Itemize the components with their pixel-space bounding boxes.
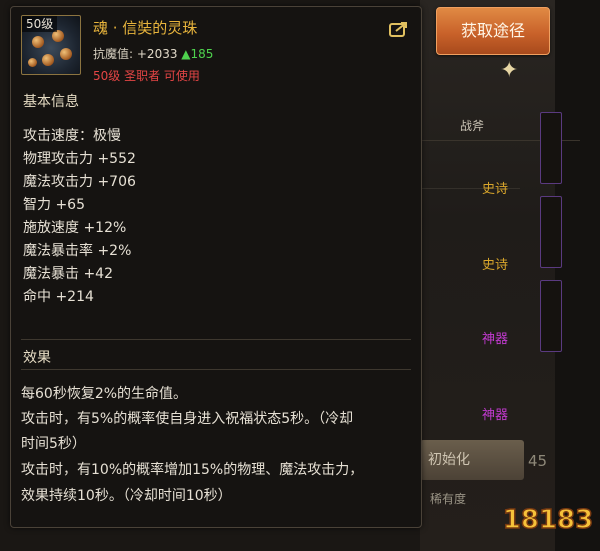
- resist-value: +2033: [136, 47, 178, 61]
- effect-line: 每60秒恢复2%的生命值。: [21, 386, 188, 402]
- stat-line: 攻击速度：极慢: [23, 128, 121, 144]
- background-count: 45: [528, 452, 548, 470]
- rarity-tag: 史诗: [482, 258, 509, 273]
- effect-title: 效果: [23, 350, 51, 366]
- share-icon[interactable]: [389, 21, 409, 37]
- equipment-slot[interactable]: [540, 280, 562, 352]
- rarity-tag: 神器: [482, 408, 509, 423]
- divider: [21, 369, 411, 370]
- item-tooltip: 50级 魂 · 信奘的灵珠 抗魔值: +2033 ▲185 50级 圣职者 可使…: [10, 6, 422, 528]
- divider: [21, 339, 411, 340]
- stat-line: 魔法暴击 +42: [23, 266, 113, 282]
- rarity-tag: 史诗: [482, 182, 509, 197]
- stat-line: 施放速度 +12%: [23, 220, 127, 236]
- effect-line: 时间5秒）: [21, 436, 86, 452]
- effect-line: 攻击时，有10%的概率增加15%的物理、魔法攻击力，: [21, 462, 364, 478]
- requirement-text: 50级 圣职者 可使用: [93, 69, 200, 83]
- stat-line: 魔法攻击力 +706: [23, 174, 136, 190]
- svg-text:18183: 18183: [503, 505, 593, 535]
- site-logo: 18183: [502, 504, 594, 536]
- background-edge: [555, 0, 600, 551]
- item-icon: 50级: [21, 15, 81, 75]
- basic-info-title: 基本信息: [23, 94, 79, 110]
- level-badge: 50级: [22, 16, 58, 32]
- get-source-button[interactable]: 获取途径: [436, 7, 550, 55]
- stat-line: 智力 +65: [23, 197, 85, 213]
- equipment-slot[interactable]: [540, 196, 562, 268]
- resist-delta: ▲185: [181, 47, 214, 61]
- orb-icon: [60, 48, 72, 60]
- effect-line: 攻击时，有5%的概率使自身进入祝福状态5秒。（冷却: [21, 411, 354, 427]
- stats-list: 攻击速度：极慢 物理攻击力 +552 魔法攻击力 +706 智力 +65 施放速…: [23, 125, 136, 309]
- rarity-tag: 神器: [482, 332, 509, 347]
- resist-stat: 抗魔值: +2033 ▲185: [93, 45, 213, 62]
- star-icon: ✦: [500, 58, 519, 83]
- orb-icon: [32, 36, 44, 48]
- item-name: 魂 · 信奘的灵珠: [93, 19, 198, 37]
- orb-icon: [42, 54, 54, 66]
- orb-icon: [28, 58, 37, 67]
- stat-line: 魔法暴击率 +2%: [23, 243, 132, 259]
- initialize-button[interactable]: 初始化: [420, 440, 524, 480]
- effect-line: 效果持续10秒。（冷却时间10秒）: [21, 488, 232, 504]
- equipment-slot[interactable]: [540, 112, 562, 184]
- resist-label: 抗魔值:: [93, 47, 134, 61]
- stat-line: 物理攻击力 +552: [23, 151, 136, 167]
- stat-line: 命中 +214: [23, 289, 94, 305]
